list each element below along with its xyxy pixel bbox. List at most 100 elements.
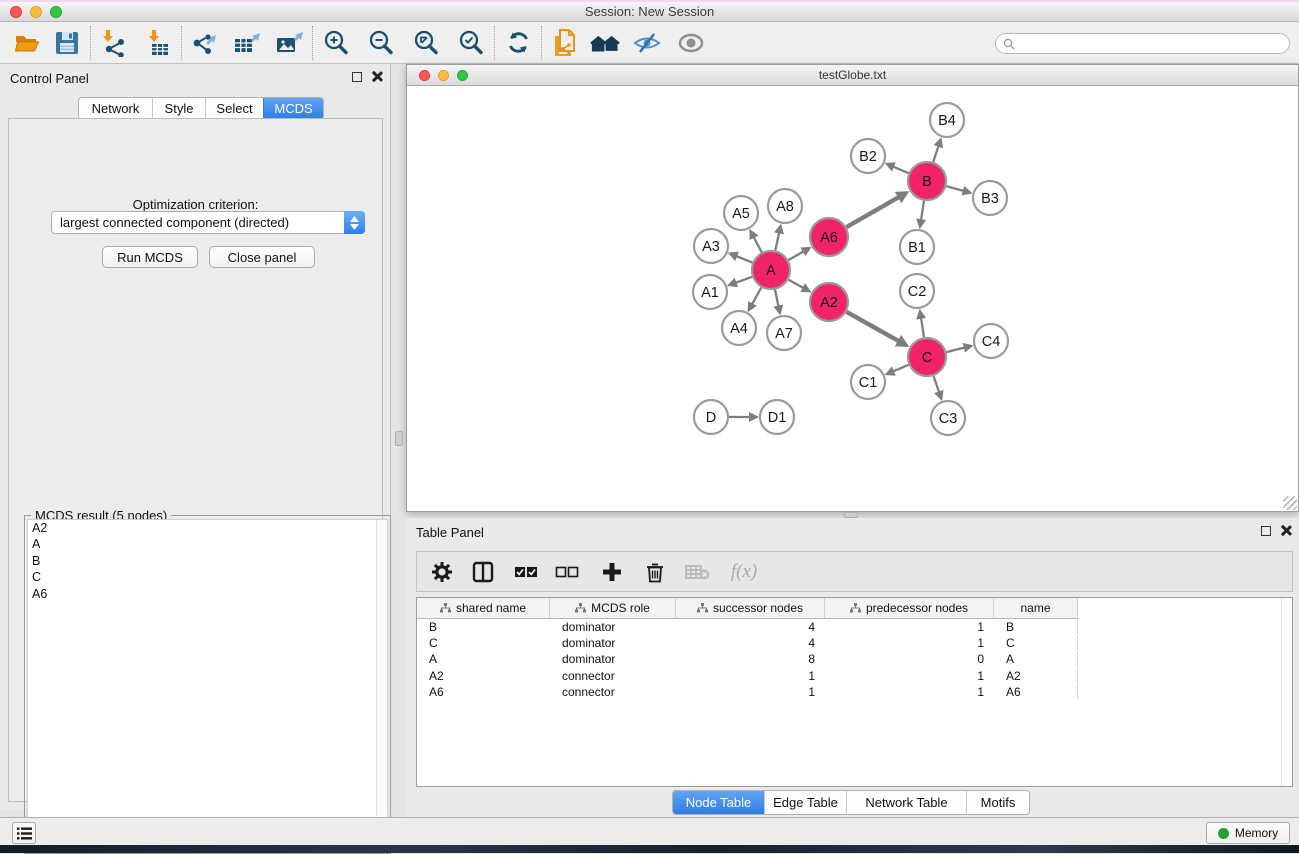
column-header-name[interactable]: name (994, 598, 1078, 618)
tab-select[interactable]: Select (205, 98, 263, 119)
column-selector-icon[interactable] (468, 557, 498, 587)
apply-layout-button[interactable] (503, 28, 533, 58)
result-list-item[interactable]: A (28, 536, 387, 552)
export-network-button[interactable] (190, 28, 220, 58)
table-cell[interactable]: A2 (417, 669, 550, 683)
graph-edge[interactable] (752, 288, 761, 305)
close-window-button[interactable] (10, 6, 22, 18)
graph-edge[interactable] (921, 201, 924, 221)
result-list-scrollbar[interactable] (376, 520, 387, 850)
hide-panels-button[interactable] (632, 28, 662, 58)
table-cell[interactable]: B (417, 620, 550, 634)
memory-button[interactable]: Memory (1206, 822, 1290, 844)
table-cell[interactable]: B (994, 620, 1078, 634)
import-table-button[interactable] (143, 28, 173, 58)
net-close-button[interactable] (419, 70, 430, 81)
table-cell[interactable]: A (994, 652, 1078, 666)
table-row[interactable]: Bdominator41B (417, 619, 1292, 635)
graph-edge[interactable] (754, 237, 762, 252)
table-row[interactable]: A6connector11A6 (417, 684, 1292, 700)
open-file-button[interactable] (12, 28, 42, 58)
minimize-window-button[interactable] (30, 6, 42, 18)
table-cell[interactable]: C (994, 636, 1078, 650)
close-panel-icon[interactable] (371, 71, 382, 82)
table-cell[interactable]: C (417, 636, 550, 650)
table-cell[interactable]: connector (550, 685, 676, 699)
net-zoom-button[interactable] (457, 70, 468, 81)
run-mcds-button[interactable]: Run MCDS (102, 246, 198, 268)
table-cell[interactable]: dominator (550, 636, 676, 650)
zoom-window-button[interactable] (50, 6, 62, 18)
import-network-button[interactable] (99, 28, 129, 58)
table-cell[interactable]: 1 (676, 685, 825, 699)
delete-table-icon[interactable] (683, 557, 713, 587)
graph-edge[interactable] (789, 280, 804, 288)
tab-network[interactable]: Network (79, 98, 152, 119)
table-row[interactable]: Cdominator41C (417, 635, 1292, 651)
network-graph[interactable]: B4B2BB3A5A8A6A3AB1A1C2A2A4A7C4CC1C3DD1 (407, 86, 1298, 511)
graph-edge[interactable] (846, 197, 899, 227)
tab-motifs[interactable]: Motifs (966, 791, 1029, 814)
table-cell[interactable]: 1 (825, 620, 994, 634)
column-header-predecessor-nodes[interactable]: predecessor nodes (825, 598, 994, 618)
zoom-in-button[interactable] (321, 28, 351, 58)
search-field[interactable] (995, 33, 1290, 54)
save-session-button[interactable] (52, 28, 82, 58)
zoom-out-button[interactable] (366, 28, 396, 58)
table-row[interactable]: A2connector11A2 (417, 668, 1292, 684)
table-cell[interactable]: 4 (676, 620, 825, 634)
column-header-mcds-role[interactable]: MCDS role (550, 598, 676, 618)
table-cell[interactable]: A2 (994, 669, 1078, 683)
table-cell[interactable]: 1 (825, 636, 994, 650)
vertical-split-handle[interactable] (395, 431, 403, 446)
graph-edge[interactable] (736, 256, 752, 263)
table-cell[interactable]: dominator (550, 620, 676, 634)
table-cell[interactable]: 4 (676, 636, 825, 650)
graph-edge[interactable] (933, 146, 938, 162)
new-network-button[interactable] (550, 28, 580, 58)
result-list-item[interactable]: A2 (28, 520, 387, 536)
table-row[interactable]: Adominator80A (417, 651, 1292, 667)
close-panel-button[interactable]: Close panel (209, 246, 315, 268)
tab-edge-table[interactable]: Edge Table (764, 791, 846, 814)
export-table-button[interactable] (232, 28, 262, 58)
result-list-item[interactable]: C (28, 569, 387, 585)
table-scrollbar[interactable] (1281, 598, 1292, 786)
graph-edge[interactable] (946, 186, 964, 191)
table-cell[interactable]: connector (550, 669, 676, 683)
toggle-preview-button[interactable] (676, 28, 706, 58)
result-list-item[interactable]: B (28, 553, 387, 569)
tab-network-table[interactable]: Network Table (846, 791, 966, 814)
graph-edge[interactable] (921, 318, 924, 338)
table-cell[interactable]: 1 (825, 685, 994, 699)
graph-edge[interactable] (775, 232, 779, 250)
tab-mcds[interactable]: MCDS (263, 98, 323, 119)
table-cell[interactable]: A6 (994, 685, 1078, 699)
graph-edge[interactable] (946, 348, 964, 353)
float-panel-icon[interactable] (352, 72, 362, 82)
result-list-item[interactable]: A6 (28, 586, 387, 602)
task-history-button[interactable] (12, 822, 36, 844)
zoom-selected-button[interactable] (456, 28, 486, 58)
graph-edge[interactable] (893, 167, 909, 174)
graph-edge[interactable] (846, 312, 899, 342)
table-cell[interactable]: 1 (825, 669, 994, 683)
table-cell[interactable]: A6 (417, 685, 550, 699)
function-builder-button[interactable]: f(x) (724, 557, 764, 587)
float-table-panel-icon[interactable] (1261, 526, 1271, 536)
export-image-button[interactable] (274, 28, 304, 58)
table-cell[interactable]: dominator (550, 652, 676, 666)
add-column-icon[interactable] (597, 557, 627, 587)
column-header-successor-nodes[interactable]: successor nodes (676, 598, 825, 618)
tab-node-table[interactable]: Node Table (673, 791, 764, 814)
graph-edge[interactable] (788, 251, 803, 260)
table-cell[interactable]: 8 (676, 652, 825, 666)
graph-edge[interactable] (893, 365, 909, 372)
search-input[interactable] (1019, 37, 1279, 51)
tab-style[interactable]: Style (152, 98, 205, 119)
deselect-all-icon[interactable] (552, 557, 582, 587)
table-cell[interactable]: 1 (676, 669, 825, 683)
zoom-fit-button[interactable] (411, 28, 441, 58)
show-all-panels-button[interactable] (590, 28, 620, 58)
table-cell[interactable]: 0 (825, 652, 994, 666)
